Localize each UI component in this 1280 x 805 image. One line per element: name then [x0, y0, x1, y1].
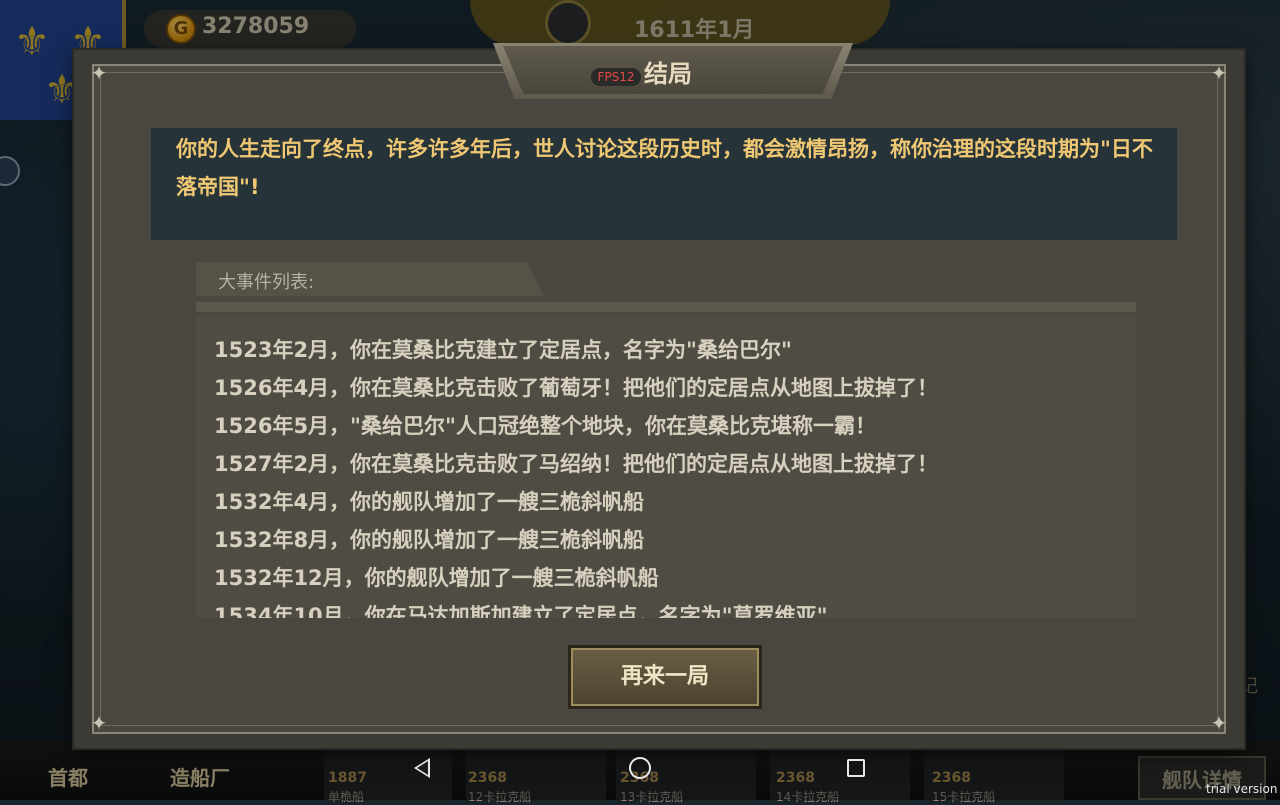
events-divider [196, 302, 1136, 312]
back-icon[interactable] [414, 758, 430, 778]
ending-message: 你的人生走向了终点，许多许多年后，世人讨论这段历史时，都会激情昂扬，称你治理的这… [176, 137, 1153, 199]
event-item: 1526年4月，你在莫桑比克击败了葡萄牙！把他们的定居点从地图上拔掉了！ [214, 376, 939, 400]
corner-ornament-icon: ✦ [90, 711, 108, 735]
corner-ornament-icon: ✦ [1210, 711, 1228, 735]
fps-badge: FPS12 [591, 68, 641, 86]
event-item: 1527年2月，你在莫桑比克击败了马绍纳！把他们的定居点从地图上拔掉了！ [214, 452, 939, 476]
events-list[interactable]: 1523年2月，你在莫桑比克建立了定居点，名字为"桑给巴尔" 1526年4月，你… [196, 316, 1136, 618]
event-item: 1532年12月，你的舰队增加了一艘三桅斜帆船 [214, 566, 659, 590]
events-header: 大事件列表: [218, 272, 315, 293]
event-item: 1526年5月，"桑给巴尔"人口冠绝整个地块，你在莫桑比克堪称一霸！ [214, 414, 876, 438]
event-item: 1532年4月，你的舰队增加了一艘三桅斜帆船 [214, 490, 645, 514]
trial-version-label: trial version [1206, 782, 1278, 796]
dialog-title: 结局 [644, 60, 692, 88]
event-item: 1532年8月，你的舰队增加了一艘三桅斜帆船 [214, 528, 645, 552]
event-item: 1534年10月，你在马达加斯加建立了定居点，名字为"莫罗维亚" [214, 604, 828, 618]
corner-ornament-icon: ✦ [90, 61, 108, 85]
event-item: 1523年2月，你在莫桑比克建立了定居点，名字为"桑给巴尔" [214, 338, 792, 362]
recent-apps-icon[interactable] [847, 759, 865, 777]
replay-button[interactable]: 再来一局 [568, 645, 762, 709]
corner-ornament-icon: ✦ [1210, 61, 1228, 85]
home-icon[interactable] [629, 757, 651, 779]
